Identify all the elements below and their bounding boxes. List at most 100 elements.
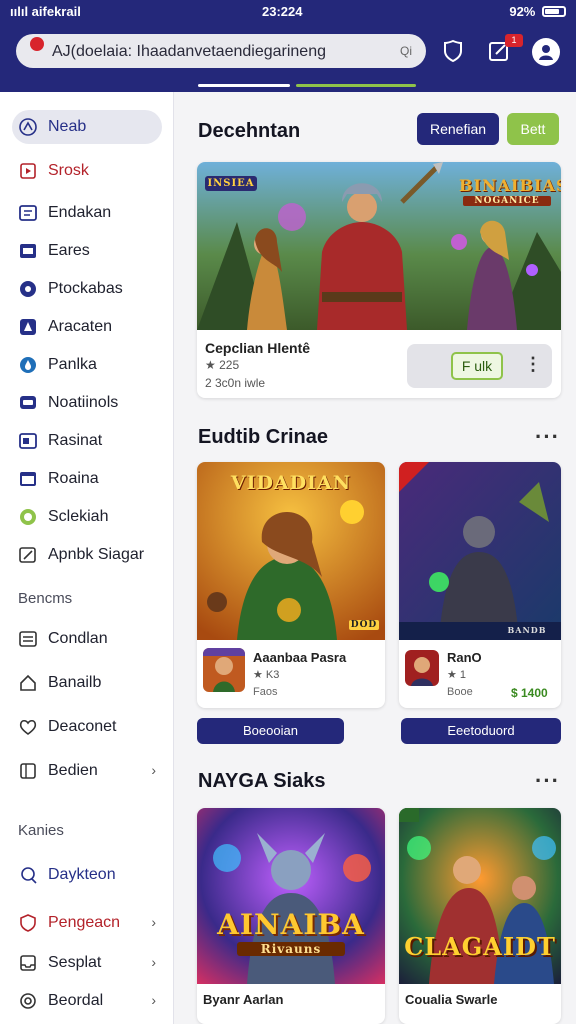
sidebar-item-srosk[interactable]: Srosk bbox=[12, 154, 162, 188]
sidebar: Neab Srosk Endakan Eares Ptockabas Araca… bbox=[0, 92, 174, 1024]
game-name: Cepclian Hlentê bbox=[205, 340, 311, 356]
battery-icon bbox=[542, 6, 566, 17]
carrier-label: ıılıl aifekrail bbox=[10, 4, 81, 19]
sidebar-item-label: Condlan bbox=[48, 630, 108, 647]
sidebar-item-label: Daykteon bbox=[48, 866, 116, 883]
sidebar-item-deaconet[interactable]: Deaconet bbox=[12, 710, 162, 744]
search-bar[interactable]: AJ(doelaia: Ihaadanvetaendiegarineng Qi bbox=[16, 34, 426, 68]
sidebar-item-endakan[interactable]: Endakan bbox=[12, 196, 162, 230]
game-action-button[interactable]: Boeooian bbox=[197, 718, 344, 744]
section-title: Eudtib Crinae bbox=[198, 426, 329, 448]
sidebar-item-apnbk-siagar[interactable]: Apnbk Siagar bbox=[12, 538, 162, 572]
chevron-right-icon: › bbox=[151, 914, 156, 930]
sidebar-item-panlka[interactable]: Panlka bbox=[12, 348, 162, 382]
featured-game-card[interactable]: BINAIBIAS NOGANICE INSIEA Cepclian Hlent… bbox=[197, 162, 561, 398]
chevron-right-icon: › bbox=[151, 762, 156, 778]
game-card-art: BANDB bbox=[399, 462, 561, 640]
chevron-right-icon: › bbox=[151, 992, 156, 1008]
battery-percent: 92% bbox=[509, 4, 536, 19]
sidebar-section-heading: Kanies bbox=[18, 822, 64, 839]
more-icon[interactable]: ··· bbox=[535, 768, 560, 794]
home-icon bbox=[18, 673, 38, 693]
sidebar-item-daykteon[interactable]: Daykteon bbox=[12, 858, 162, 892]
search-input[interactable]: AJ(doelaia: Ihaadanvetaendiegarineng bbox=[52, 43, 326, 61]
card-icon bbox=[18, 431, 38, 451]
more-icon[interactable]: ··· bbox=[535, 424, 560, 450]
game-rating: ★ 1 bbox=[447, 669, 467, 681]
featured-game-art: BINAIBIAS NOGANICE INSIEA bbox=[197, 162, 561, 330]
sidebar-item-label: Rasinat bbox=[48, 432, 103, 449]
game-thumbnail bbox=[405, 650, 439, 686]
sidebar-item-label: Banailb bbox=[48, 674, 102, 691]
sidebar-item-label: Apnbk Siagar bbox=[48, 546, 145, 563]
game-meta: 2 3c0n iwle bbox=[205, 376, 266, 390]
game-card[interactable]: BANDB RanO ★ 1 Booe $ 1400 bbox=[399, 462, 561, 708]
game-card[interactable]: AINAIBA Rivauns Byanr Aarlan bbox=[197, 808, 385, 1024]
game-meta: Faos bbox=[253, 686, 278, 698]
game-action-button[interactable]: Eeetoduord bbox=[401, 718, 561, 744]
grid-icon bbox=[18, 203, 38, 223]
game-badge: INSIEA bbox=[205, 176, 257, 191]
shield-icon bbox=[18, 913, 38, 933]
chevron-right-icon: › bbox=[151, 954, 156, 970]
sidebar-item-label: Pengeacn bbox=[48, 914, 121, 931]
book-icon bbox=[18, 761, 38, 781]
primary-button[interactable]: Renefian bbox=[417, 113, 499, 145]
sidebar-item-neab[interactable]: Neab bbox=[12, 110, 162, 144]
ring-icon bbox=[18, 507, 38, 527]
sidebar-item-banailb[interactable]: Banailb bbox=[12, 666, 162, 700]
sidebar-item-rasinat[interactable]: Rasinat bbox=[12, 424, 162, 458]
game-name: Aaanbaa Pasra bbox=[253, 650, 347, 665]
sidebar-item-pengeacn[interactable]: Pengeacn › bbox=[12, 906, 162, 940]
game-name: Coualia Swarle bbox=[405, 992, 498, 1007]
game-card[interactable]: VIDADIAN DOD Aaanbaa Pasra ★ K3 Faos bbox=[197, 462, 385, 708]
shield-icon[interactable] bbox=[440, 38, 466, 64]
status-bar: ıılıl aifekrail 23:224 92% bbox=[0, 0, 576, 24]
secondary-button[interactable]: Bett bbox=[507, 113, 559, 145]
gear-icon bbox=[18, 991, 38, 1011]
sidebar-item-label: Neab bbox=[48, 118, 87, 135]
list-icon bbox=[18, 629, 38, 649]
game-card[interactable]: CLAGAIDT Coualia Swarle bbox=[399, 808, 561, 1024]
sidebar-item-label: Ptockabas bbox=[48, 280, 123, 297]
more-options-icon[interactable]: ⋮ bbox=[524, 354, 542, 375]
main-content: Decehntan Renefian Bett BINAIBIAS NOGANI… bbox=[174, 92, 576, 1024]
game-name: RanO bbox=[447, 650, 482, 665]
person-icon bbox=[18, 865, 38, 885]
sidebar-item-label: Srosk bbox=[48, 162, 89, 179]
game-card-art: VIDADIAN DOD bbox=[197, 462, 385, 640]
bookmark-icon bbox=[18, 161, 38, 181]
play-button[interactable]: F ulk bbox=[451, 352, 503, 380]
sidebar-item-roaina[interactable]: Roaina bbox=[12, 462, 162, 496]
sidebar-item-condlan[interactable]: Condlan bbox=[12, 622, 162, 656]
game-banner-subtitle: Rivauns bbox=[237, 942, 345, 956]
sidebar-item-aracaten[interactable]: Aracaten bbox=[12, 310, 162, 344]
game-logo-title: BINAIBIAS bbox=[459, 176, 561, 195]
sidebar-item-sclekiah[interactable]: Sclekiah bbox=[12, 500, 162, 534]
compass-icon bbox=[18, 317, 38, 337]
game-corner-badge: BANDB bbox=[507, 625, 547, 635]
section-title: Decehntan bbox=[198, 120, 301, 142]
sidebar-item-eares[interactable]: Eares bbox=[12, 234, 162, 268]
tab-indicator bbox=[296, 84, 416, 87]
notification-badge: 1 bbox=[505, 34, 523, 47]
pen-icon bbox=[18, 545, 38, 565]
sidebar-item-sesplat[interactable]: Sesplat › bbox=[12, 946, 162, 980]
section-title: NAYGA Siaks bbox=[198, 770, 326, 792]
game-logo-subtitle: NOGANICE bbox=[463, 196, 551, 206]
folder-icon bbox=[18, 241, 38, 261]
sidebar-section-heading: Bencms bbox=[18, 590, 73, 607]
game-card-art: AINAIBA Rivauns bbox=[197, 808, 385, 984]
sidebar-item-noatiinols[interactable]: Noatiinols bbox=[12, 386, 162, 420]
search-clear-button[interactable]: Qi bbox=[400, 44, 412, 58]
sidebar-item-label: Eares bbox=[48, 242, 90, 259]
profile-avatar[interactable] bbox=[532, 38, 560, 66]
sidebar-item-label: Panlka bbox=[48, 356, 97, 373]
game-banner-title: AINAIBA bbox=[217, 908, 365, 941]
sidebar-item-beordal[interactable]: Beordal › bbox=[12, 984, 162, 1018]
window-icon bbox=[18, 469, 38, 489]
sidebar-item-label: Deaconet bbox=[48, 718, 117, 735]
sidebar-item-bedien[interactable]: Bedien › bbox=[12, 754, 162, 788]
sidebar-item-ptockabas[interactable]: Ptockabas bbox=[12, 272, 162, 306]
game-banner-title: CLAGAIDT bbox=[404, 932, 556, 961]
